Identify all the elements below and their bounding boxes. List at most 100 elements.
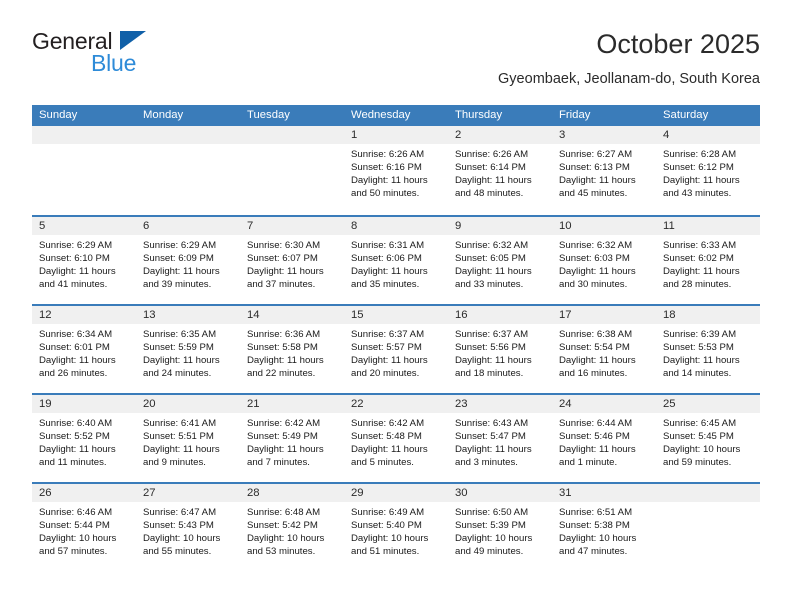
calendar-day-cell[interactable]: 1 Sunrise: 6:26 AM Sunset: 6:16 PM Daylight… — [344, 126, 448, 215]
sunset-text: Sunset: 5:59 PM — [143, 342, 214, 354]
calendar-day-cell[interactable]: 14 Sunrise: 6:36 AM Sunset: 5:58 PM Dayligh… — [240, 306, 344, 393]
title-block: October 2025 Gyeombaek, Jeollanam-do, So… — [498, 28, 760, 89]
calendar-day-cell[interactable]: 6 Sunrise: 6:29 AM Sunset: 6:09 PM Daylight… — [136, 217, 240, 304]
sunset-text: Sunset: 5:58 PM — [247, 342, 318, 354]
calendar-day-cell[interactable]: 20 Sunrise: 6:41 AM Sunset: 5:51 PM Dayligh… — [136, 395, 240, 482]
day-number: 25 — [656, 395, 760, 413]
calendar-day-cell[interactable]: 10 Sunrise: 6:32 AM Sunset: 6:03 PM Dayligh… — [552, 217, 656, 304]
sunset-text: Sunset: 6:06 PM — [351, 253, 422, 265]
calendar-day-cell[interactable]: 22 Sunrise: 6:42 AM Sunset: 5:48 PM Dayligh… — [344, 395, 448, 482]
daylight-text: Daylight: 11 hours and 26 minutes. — [39, 355, 116, 380]
sunset-text: Sunset: 5:52 PM — [39, 431, 110, 443]
logo-triangle-icon — [120, 31, 146, 50]
day-sun-info: Sunrise: 6:42 AM Sunset: 5:49 PM Daylight:… — [240, 413, 344, 469]
calendar-day-cell[interactable]: 31 Sunrise: 6:51 AM Sunset: 5:38 PM Dayligh… — [552, 484, 656, 571]
calendar-day-cell[interactable]: 24 Sunrise: 6:44 AM Sunset: 5:46 PM Dayligh… — [552, 395, 656, 482]
daylight-text: Daylight: 11 hours and 28 minutes. — [663, 266, 740, 291]
calendar-day-cell[interactable]: 25 Sunrise: 6:45 AM Sunset: 5:45 PM Dayligh… — [656, 395, 760, 482]
calendar-week-row: 5 Sunrise: 6:29 AM Sunset: 6:10 PM Daylight… — [32, 215, 760, 304]
calendar-day-cell[interactable]: 8 Sunrise: 6:31 AM Sunset: 6:06 PM Daylight… — [344, 217, 448, 304]
calendar-day-cell[interactable]: 15 Sunrise: 6:37 AM Sunset: 5:57 PM Dayligh… — [344, 306, 448, 393]
calendar-page: General Blue October 2025 Gyeombaek, Jeo… — [0, 0, 792, 612]
daylight-text: Daylight: 11 hours and 48 minutes. — [455, 175, 532, 200]
calendar-day-cell[interactable]: 23 Sunrise: 6:43 AM Sunset: 5:47 PM Dayligh… — [448, 395, 552, 482]
sunset-text: Sunset: 6:05 PM — [455, 253, 526, 265]
day-number: 10 — [552, 217, 656, 235]
day-sun-info: Sunrise: 6:37 AM Sunset: 5:57 PM Daylight:… — [344, 324, 448, 380]
calendar-day-cell[interactable]: 2 Sunrise: 6:26 AM Sunset: 6:14 PM Daylight… — [448, 126, 552, 215]
daylight-text: Daylight: 10 hours and 49 minutes. — [455, 533, 533, 558]
day-sun-info: Sunrise: 6:44 AM Sunset: 5:46 PM Daylight:… — [552, 413, 656, 469]
day-number: 13 — [136, 306, 240, 324]
day-number: 18 — [656, 306, 760, 324]
calendar-day-cell[interactable]: 29 Sunrise: 6:49 AM Sunset: 5:40 PM Dayligh… — [344, 484, 448, 571]
day-number: 1 — [344, 126, 448, 144]
sunset-text: Sunset: 5:51 PM — [143, 431, 214, 443]
page-header: General Blue October 2025 Gyeombaek, Jeo… — [32, 28, 760, 100]
day-number: 21 — [240, 395, 344, 413]
day-number: 4 — [656, 126, 760, 144]
calendar-day-cell[interactable]: 13 Sunrise: 6:35 AM Sunset: 5:59 PM Dayligh… — [136, 306, 240, 393]
sunrise-text: Sunrise: 6:49 AM — [351, 507, 425, 518]
calendar-day-cell[interactable]: 21 Sunrise: 6:42 AM Sunset: 5:49 PM Dayligh… — [240, 395, 344, 482]
day-number: 30 — [448, 484, 552, 502]
day-sun-info: Sunrise: 6:34 AM Sunset: 6:01 PM Daylight:… — [32, 324, 136, 380]
day-sun-info: Sunrise: 6:35 AM Sunset: 5:59 PM Daylight:… — [136, 324, 240, 380]
calendar-day-cell[interactable]: 9 Sunrise: 6:32 AM Sunset: 6:05 PM Daylight… — [448, 217, 552, 304]
day-sun-info: Sunrise: 6:50 AM Sunset: 5:39 PM Daylight:… — [448, 502, 552, 558]
calendar-day-cell[interactable]: 3 Sunrise: 6:27 AM Sunset: 6:13 PM Daylight… — [552, 126, 656, 215]
day-sun-info: Sunrise: 6:47 AM Sunset: 5:43 PM Daylight:… — [136, 502, 240, 558]
sunrise-text: Sunrise: 6:26 AM — [455, 149, 529, 160]
sunset-text: Sunset: 5:44 PM — [39, 520, 110, 532]
day-sun-info: Sunrise: 6:42 AM Sunset: 5:48 PM Daylight:… — [344, 413, 448, 469]
sunrise-text: Sunrise: 6:50 AM — [455, 507, 529, 518]
daylight-text: Daylight: 11 hours and 24 minutes. — [143, 355, 220, 380]
weekday-header-thursday: Thursday — [455, 109, 503, 121]
day-sun-info: Sunrise: 6:29 AM Sunset: 6:10 PM Daylight:… — [32, 235, 136, 291]
sunrise-text: Sunrise: 6:44 AM — [559, 418, 633, 429]
calendar-day-cell[interactable]: 28 Sunrise: 6:48 AM Sunset: 5:42 PM Dayligh… — [240, 484, 344, 571]
calendar-day-cell-empty — [240, 126, 344, 215]
day-sun-info: Sunrise: 6:49 AM Sunset: 5:40 PM Daylight:… — [344, 502, 448, 558]
sunset-text: Sunset: 5:54 PM — [559, 342, 630, 354]
calendar-day-cell[interactable]: 16 Sunrise: 6:37 AM Sunset: 5:56 PM Dayligh… — [448, 306, 552, 393]
day-number: 2 — [448, 126, 552, 144]
calendar-day-cell[interactable]: 17 Sunrise: 6:38 AM Sunset: 5:54 PM Dayligh… — [552, 306, 656, 393]
calendar-day-cell[interactable]: 12 Sunrise: 6:34 AM Sunset: 6:01 PM Dayligh… — [32, 306, 136, 393]
calendar-day-cell[interactable]: 18 Sunrise: 6:39 AM Sunset: 5:53 PM Dayligh… — [656, 306, 760, 393]
calendar-day-cell[interactable]: 5 Sunrise: 6:29 AM Sunset: 6:10 PM Daylight… — [32, 217, 136, 304]
sunrise-text: Sunrise: 6:42 AM — [247, 418, 321, 429]
calendar-day-cell[interactable]: 7 Sunrise: 6:30 AM Sunset: 6:07 PM Daylight… — [240, 217, 344, 304]
calendar-day-cell[interactable]: 26 Sunrise: 6:46 AM Sunset: 5:44 PM Dayligh… — [32, 484, 136, 571]
sunrise-text: Sunrise: 6:34 AM — [39, 329, 113, 340]
daylight-text: Daylight: 11 hours and 43 minutes. — [663, 175, 740, 200]
day-sun-info: Sunrise: 6:40 AM Sunset: 5:52 PM Daylight:… — [32, 413, 136, 469]
calendar-day-cell[interactable]: 30 Sunrise: 6:50 AM Sunset: 5:39 PM Dayligh… — [448, 484, 552, 571]
calendar-week-row: 19 Sunrise: 6:40 AM Sunset: 5:52 PM Dayligh… — [32, 393, 760, 482]
weekday-header-sunday: Sunday — [39, 109, 78, 121]
calendar-day-cell[interactable]: 11 Sunrise: 6:33 AM Sunset: 6:02 PM Dayligh… — [656, 217, 760, 304]
day-number: 29 — [344, 484, 448, 502]
daylight-text: Daylight: 11 hours and 18 minutes. — [455, 355, 532, 380]
calendar-weeks: 1 Sunrise: 6:26 AM Sunset: 6:16 PM Daylight… — [32, 126, 760, 571]
sunset-text: Sunset: 6:13 PM — [559, 162, 630, 174]
general-blue-logo[interactable]: General Blue — [32, 28, 232, 88]
daylight-text: Daylight: 10 hours and 51 minutes. — [351, 533, 429, 558]
day-sun-info: Sunrise: 6:33 AM Sunset: 6:02 PM Daylight:… — [656, 235, 760, 291]
sunset-text: Sunset: 6:03 PM — [559, 253, 630, 265]
sunrise-text: Sunrise: 6:32 AM — [559, 240, 633, 251]
calendar-day-cell[interactable]: 27 Sunrise: 6:47 AM Sunset: 5:43 PM Dayligh… — [136, 484, 240, 571]
sunrise-text: Sunrise: 6:27 AM — [559, 149, 633, 160]
sunrise-text: Sunrise: 6:31 AM — [351, 240, 425, 251]
calendar-day-cell[interactable]: 19 Sunrise: 6:40 AM Sunset: 5:52 PM Dayligh… — [32, 395, 136, 482]
sunset-text: Sunset: 6:12 PM — [663, 162, 734, 174]
day-sun-info: Sunrise: 6:39 AM Sunset: 5:53 PM Daylight:… — [656, 324, 760, 380]
day-number — [656, 484, 760, 502]
daylight-text: Daylight: 11 hours and 1 minute. — [559, 444, 636, 469]
sunrise-text: Sunrise: 6:28 AM — [663, 149, 737, 160]
calendar-day-cell[interactable]: 4 Sunrise: 6:28 AM Sunset: 6:12 PM Daylight… — [656, 126, 760, 215]
day-sun-info: Sunrise: 6:43 AM Sunset: 5:47 PM Daylight:… — [448, 413, 552, 469]
sunrise-text: Sunrise: 6:37 AM — [351, 329, 425, 340]
daylight-text: Daylight: 11 hours and 3 minutes. — [455, 444, 532, 469]
sunset-text: Sunset: 5:48 PM — [351, 431, 422, 443]
